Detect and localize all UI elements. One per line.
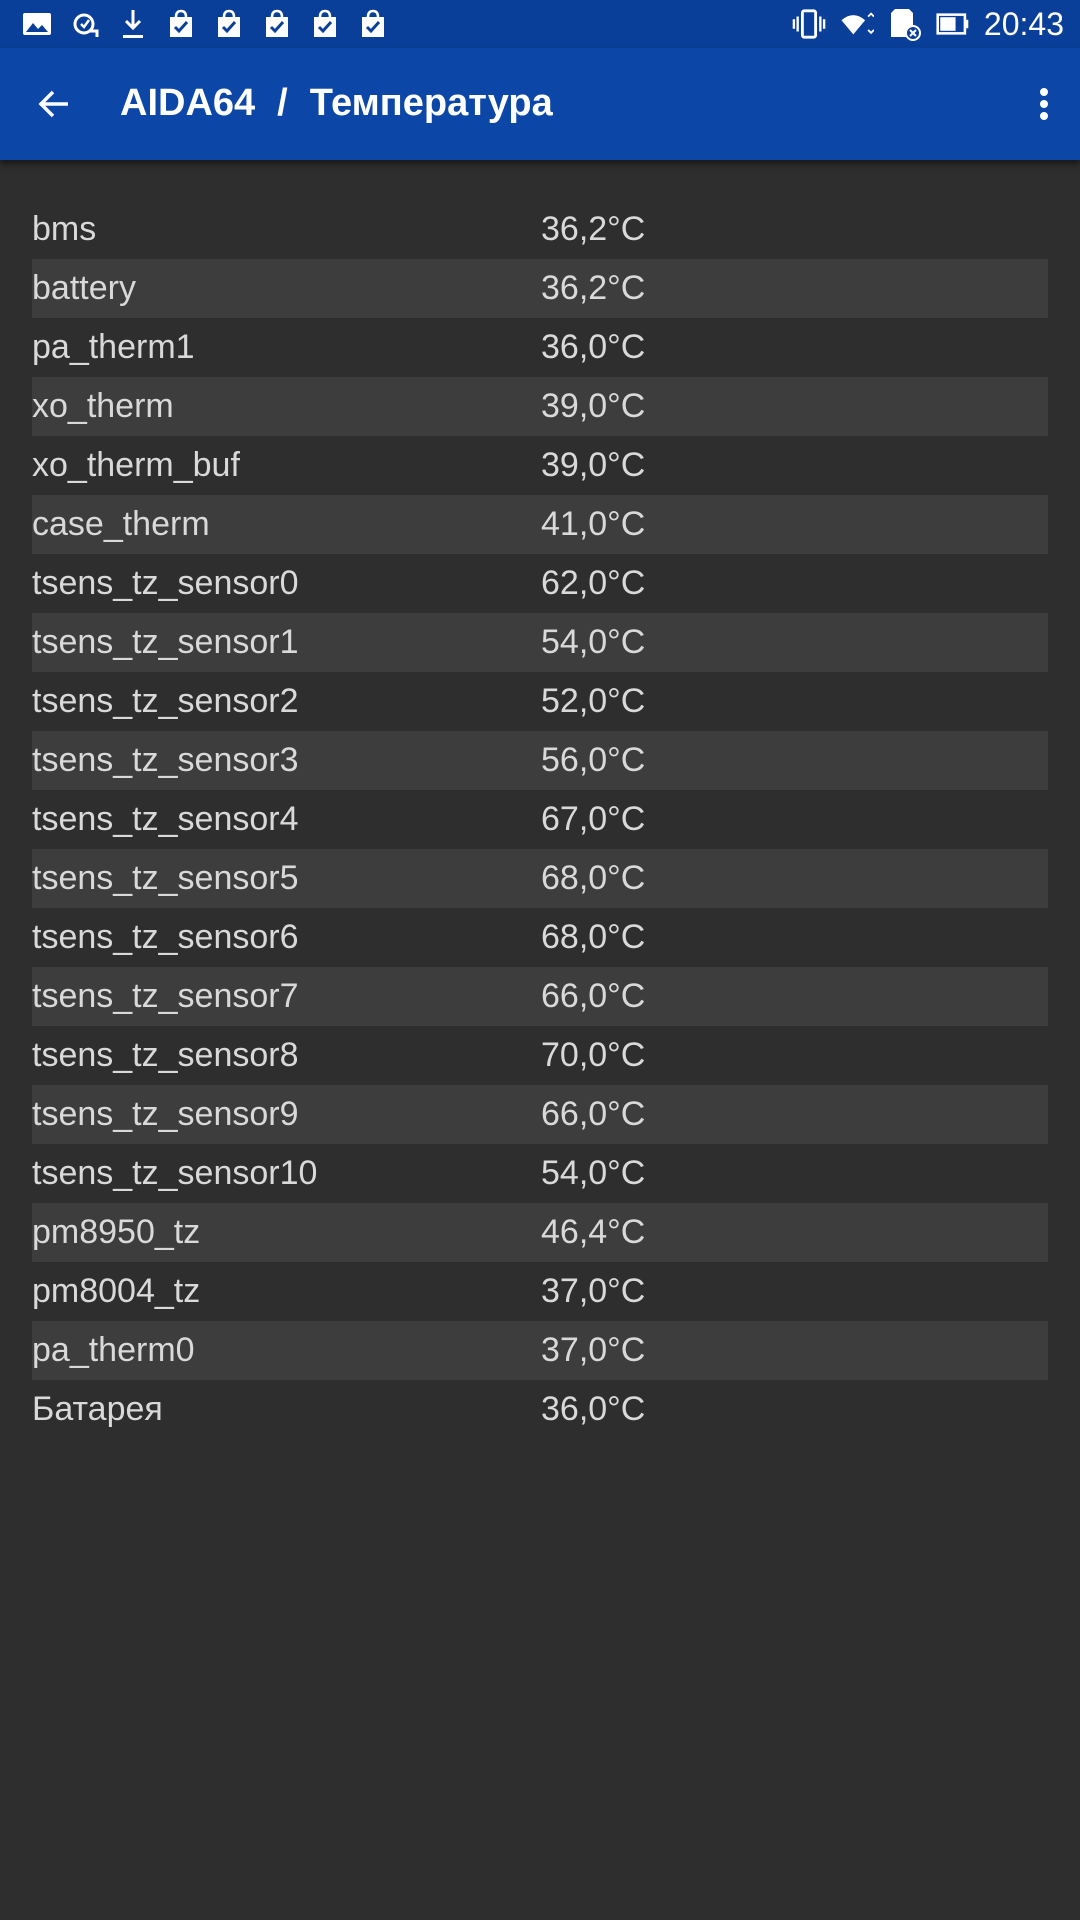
sensor-name: tsens_tz_sensor6: [32, 918, 299, 956]
sensor-row[interactable]: pa_therm0 37,0°C: [32, 1321, 1048, 1380]
sensor-value: 56,0°C: [541, 741, 646, 779]
sensor-name: xo_therm: [32, 387, 174, 425]
sensor-value: 67,0°C: [541, 800, 646, 838]
sensor-value: 68,0°C: [541, 859, 646, 897]
sensor-name: pa_therm1: [32, 328, 195, 366]
sensor-row[interactable]: bms 36,2°C: [32, 200, 1048, 259]
sensor-value: 62,0°C: [541, 564, 646, 602]
section-name: Температура: [309, 82, 553, 124]
status-bar: 20:43: [0, 0, 1080, 48]
sensor-row[interactable]: tsens_tz_sensor4 67,0°C: [32, 790, 1048, 849]
system-icons: 20:43: [792, 6, 1064, 42]
sensor-row[interactable]: case_therm 41,0°C: [32, 495, 1048, 554]
sensor-row[interactable]: tsens_tz_sensor2 52,0°C: [32, 672, 1048, 731]
sensor-row[interactable]: tsens_tz_sensor8 70,0°C: [32, 1026, 1048, 1085]
bag-check-icon: [212, 8, 246, 40]
sensor-value: 54,0°C: [541, 1154, 646, 1192]
battery-icon: [936, 8, 970, 40]
sensor-value: 54,0°C: [541, 623, 646, 661]
back-button[interactable]: [26, 76, 82, 132]
app-name: AIDA64: [120, 82, 256, 124]
sensor-name: tsens_tz_sensor3: [32, 741, 299, 779]
sensor-name: pm8950_tz: [32, 1213, 201, 1251]
overflow-menu-button[interactable]: [1022, 76, 1066, 132]
sensor-row[interactable]: tsens_tz_sensor1 54,0°C: [32, 613, 1048, 672]
sensor-row[interactable]: tsens_tz_sensor7 66,0°C: [32, 967, 1048, 1026]
more-vert-icon: [1040, 88, 1048, 120]
bag-check-icon: [308, 8, 342, 40]
sensor-name: tsens_tz_sensor4: [32, 800, 299, 838]
sensor-name: tsens_tz_sensor0: [32, 564, 299, 602]
sensor-value: 70,0°C: [541, 1036, 646, 1074]
sensor-value: 39,0°C: [541, 446, 646, 484]
sensor-row[interactable]: pm8004_tz 37,0°C: [32, 1262, 1048, 1321]
vibrate-icon: [792, 8, 826, 40]
page-title: AIDA64 / Температура: [120, 82, 553, 125]
sensor-value: 39,0°C: [541, 387, 646, 425]
sensor-value: 36,2°C: [541, 269, 646, 307]
sd-card-icon: [888, 8, 922, 41]
notification-icons: [20, 8, 390, 40]
sensor-list[interactable]: bms 36,2°C battery 36,2°C pa_therm1 36,0°C xo_…: [32, 200, 1048, 1439]
sensor-row[interactable]: pm8950_tz 46,4°C: [32, 1203, 1048, 1262]
sensor-name: Батарея: [32, 1390, 163, 1428]
sensor-row[interactable]: battery 36,2°C: [32, 259, 1048, 318]
sensor-value: 37,0°C: [541, 1272, 646, 1310]
clock: 20:43: [983, 5, 1064, 42]
bag-check-icon: [356, 8, 390, 40]
sensor-row[interactable]: xo_therm 39,0°C: [32, 377, 1048, 436]
sensor-name: tsens_tz_sensor2: [32, 682, 299, 720]
sensor-row[interactable]: pa_therm1 36,0°C: [32, 318, 1048, 377]
sensor-value: 66,0°C: [541, 977, 646, 1015]
sensor-row[interactable]: tsens_tz_sensor9 66,0°C: [32, 1085, 1048, 1144]
sensor-name: tsens_tz_sensor5: [32, 859, 299, 897]
sensor-row[interactable]: tsens_tz_sensor3 56,0°C: [32, 731, 1048, 790]
sensor-name: case_therm: [32, 505, 210, 543]
download-icon: [116, 8, 150, 40]
sensor-name: tsens_tz_sensor9: [32, 1095, 299, 1133]
sensor-name: tsens_tz_sensor10: [32, 1154, 318, 1192]
gallery-icon: [20, 8, 54, 40]
sensor-name: bms: [32, 210, 97, 248]
sensor-value: 36,0°C: [541, 328, 646, 366]
sensor-name: xo_therm_buf: [32, 446, 240, 484]
sensor-value: 52,0°C: [541, 682, 646, 720]
wifi-icon: [840, 8, 874, 40]
sensor-row[interactable]: Батарея 36,0°C: [32, 1380, 1048, 1439]
arrow-back-icon: [38, 90, 68, 118]
sensor-value: 46,4°C: [541, 1213, 646, 1251]
sensor-name: tsens_tz_sensor7: [32, 977, 299, 1015]
sensor-value: 37,0°C: [541, 1331, 646, 1369]
sensor-name: tsens_tz_sensor1: [32, 623, 299, 661]
sensor-name: pm8004_tz: [32, 1272, 201, 1310]
bag-check-icon: [260, 8, 294, 40]
sensor-value: 66,0°C: [541, 1095, 646, 1133]
sensor-row[interactable]: tsens_tz_sensor0 62,0°C: [32, 554, 1048, 613]
sensor-value: 36,0°C: [541, 1390, 646, 1428]
sensor-row[interactable]: tsens_tz_sensor6 68,0°C: [32, 908, 1048, 967]
sensor-name: pa_therm0: [32, 1331, 195, 1369]
sync-icon: [68, 8, 102, 40]
sensor-row[interactable]: tsens_tz_sensor10 54,0°C: [32, 1144, 1048, 1203]
sensor-value: 41,0°C: [541, 505, 646, 543]
app-bar: AIDA64 / Температура: [0, 48, 1080, 160]
sensor-name: battery: [32, 269, 136, 307]
sensor-value: 68,0°C: [541, 918, 646, 956]
sensor-row[interactable]: xo_therm_buf 39,0°C: [32, 436, 1048, 495]
sensor-name: tsens_tz_sensor8: [32, 1036, 299, 1074]
bag-check-icon: [164, 8, 198, 40]
title-separator: /: [277, 82, 288, 124]
sensor-row[interactable]: tsens_tz_sensor5 68,0°C: [32, 849, 1048, 908]
sensor-value: 36,2°C: [541, 210, 646, 248]
